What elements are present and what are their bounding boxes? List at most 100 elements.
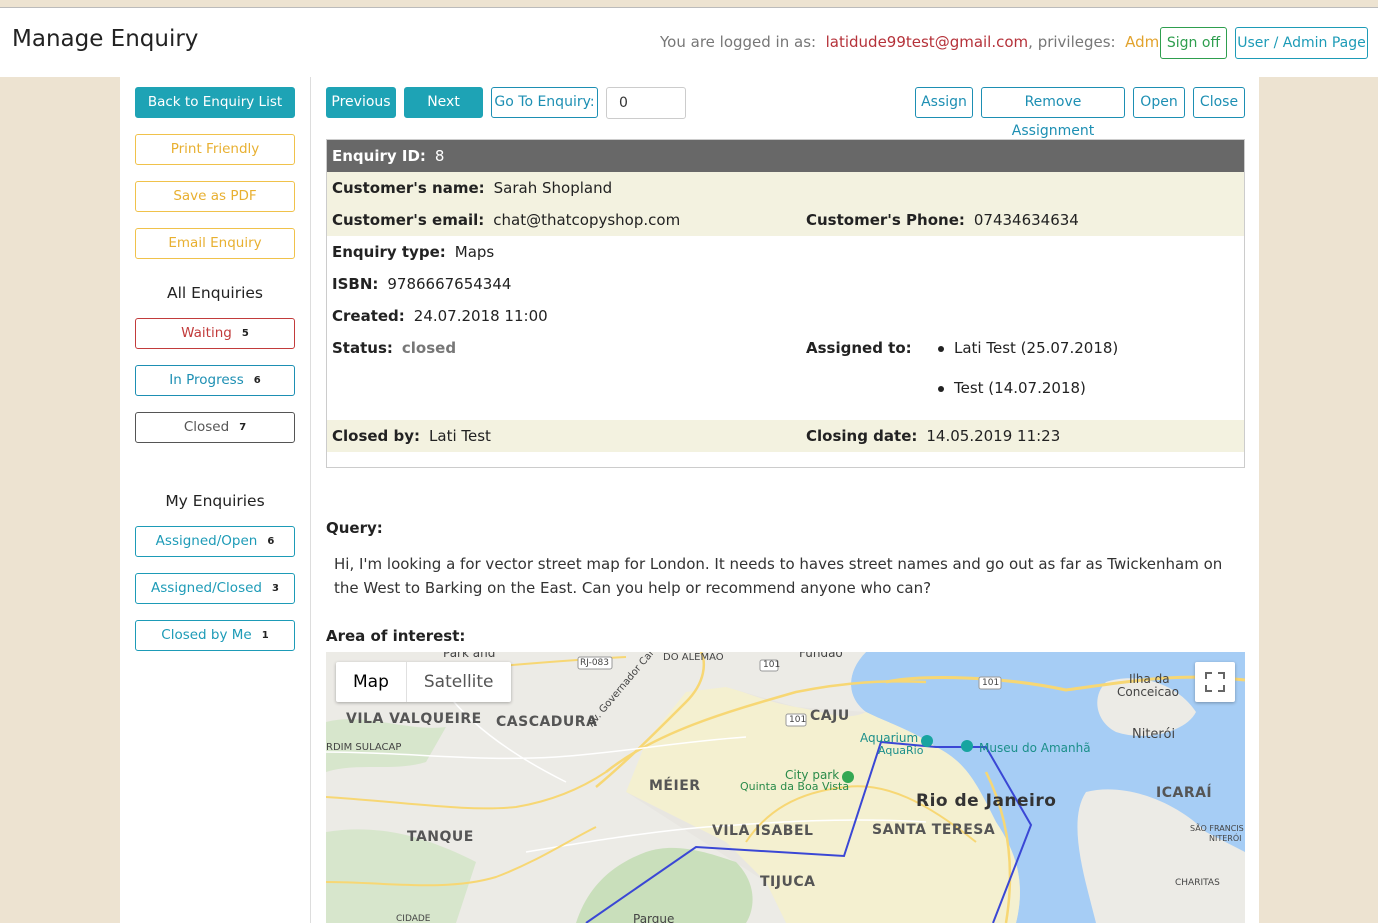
fullscreen-button[interactable]: [1195, 662, 1235, 702]
assign-button[interactable]: Assign: [915, 87, 973, 118]
created-row: Created: 24.07.2018 11:00: [327, 300, 1244, 332]
enquiry-type-label: Enquiry type:: [332, 243, 446, 261]
map-label-niteroi: Niterói: [1132, 727, 1176, 742]
remove-assignment-button[interactable]: Remove Assignment: [981, 87, 1125, 139]
satellite-tab[interactable]: Satellite: [407, 662, 511, 702]
created-value: 24.07.2018 11:00: [413, 307, 548, 325]
map-label-conceicao: Conceicao: [1117, 685, 1179, 699]
goto-enquiry-input[interactable]: 0: [606, 87, 686, 119]
goto-enquiry-button[interactable]: Go To Enquiry:: [491, 87, 598, 118]
map-label-santa-teresa: SANTA TERESA: [872, 822, 996, 838]
open-button[interactable]: Open: [1133, 87, 1185, 118]
status-label: Status:: [332, 339, 393, 357]
assigned-to-label: Assigned to:: [806, 339, 912, 357]
closed-label: Closed: [183, 419, 230, 435]
customer-email-label: Customer's email:: [332, 211, 485, 229]
closed-by-value: Lati Test: [429, 427, 491, 445]
map-label-ilha: Ilha da: [1129, 672, 1170, 686]
map-label-route-101-b: 101: [982, 678, 1000, 688]
closed-count: 7: [239, 422, 247, 433]
assigned-closed-button[interactable]: Assigned/Closed 3: [135, 573, 295, 604]
assigned-open-button[interactable]: Assigned/Open 6: [135, 526, 295, 557]
area-label: Area of interest:: [326, 627, 466, 645]
assigned-list: Lati Test (25.07.2018) Test (14.07.2018): [938, 336, 1118, 416]
query-text: Hi, I'm looking a for vector street map …: [334, 555, 1223, 597]
map-label-icarai: ICARAÍ: [1156, 785, 1213, 801]
enquiry-type-value: Maps: [454, 243, 495, 261]
map-label-rdim: RDIM SULACAP: [326, 742, 402, 753]
save-pdf-button[interactable]: Save as PDF: [135, 181, 295, 212]
page-header: Manage Enquiry You are logged in as: lat…: [0, 8, 1378, 77]
user-email: latidude99test@gmail.com: [825, 33, 1029, 51]
area-map[interactable]: Map Satellite Park and DO ALEMAO Fundão …: [326, 652, 1245, 923]
waiting-button[interactable]: Waiting 5: [135, 318, 295, 349]
map-label-rj083: RJ-083: [580, 658, 610, 668]
assigned-open-count: 6: [267, 536, 275, 547]
map-label-route-101-a: 101: [763, 660, 781, 670]
enquiry-type-row: Enquiry type: Maps: [327, 236, 1244, 268]
back-to-list-button[interactable]: Back to Enquiry List: [135, 87, 295, 118]
waiting-label: Waiting: [181, 325, 232, 341]
map-label-route-101-c: 101: [789, 715, 807, 725]
map-label-cidade: CIDADE: [396, 914, 431, 923]
map-label-caju: CAJU: [810, 708, 850, 724]
assigned-item: Test (14.07.2018): [938, 376, 1118, 416]
logged-in-prefix: You are logged in as:: [660, 33, 817, 51]
assigned-open-label: Assigned/Open: [155, 533, 258, 549]
closing-date-label: Closing date:: [806, 427, 918, 445]
assigned-closed-label: Assigned/Closed: [151, 580, 262, 596]
closed-by-row: Closed by: Lati Test Closing date: 14.05.2…: [327, 420, 1244, 452]
print-friendly-button[interactable]: Print Friendly: [135, 134, 295, 165]
fullscreen-icon: [1205, 672, 1225, 692]
admin-page-button[interactable]: User / Admin Page: [1235, 27, 1368, 59]
map-type-toggle: Map Satellite: [336, 662, 511, 702]
closed-by-label: Closed by:: [332, 427, 421, 445]
next-button[interactable]: Next: [404, 87, 483, 118]
map-label-fundao: Fundão: [799, 652, 843, 660]
close-button[interactable]: Close: [1193, 87, 1245, 118]
map-label-sao-francisco: SÃO FRANCIS: [1190, 824, 1244, 833]
map-label-aquarium: Aquarium: [860, 731, 919, 745]
assigned-closed-count: 3: [271, 583, 279, 594]
in-progress-button[interactable]: In Progress 6: [135, 365, 295, 396]
isbn-row: ISBN: 9786667654344: [327, 268, 1244, 300]
my-enquiries-heading: My Enquiries: [165, 492, 265, 510]
closed-by-me-label: Closed by Me: [161, 627, 252, 643]
customer-phone-value: 07434634634: [973, 211, 1079, 229]
login-info: You are logged in as: latidude99test@gma…: [660, 33, 1173, 51]
closed-by-me-button[interactable]: Closed by Me 1: [135, 620, 295, 651]
customer-email-value: chat@thatcopyshop.com: [493, 211, 681, 229]
isbn-value: 9786667654344: [387, 275, 512, 293]
map-label-cascadura: CASCADURA: [496, 714, 598, 730]
closed-by-me-count: 1: [261, 630, 269, 641]
privileges-prefix: , privileges:: [1028, 33, 1116, 51]
assigned-item: Lati Test (25.07.2018): [938, 336, 1118, 376]
page-title: Manage Enquiry: [12, 26, 199, 52]
previous-button[interactable]: Previous: [326, 87, 396, 118]
map-label-tanque: TANQUE: [407, 829, 474, 845]
map-label-charitas: CHARITAS: [1175, 878, 1220, 888]
closed-button[interactable]: Closed 7: [135, 412, 295, 443]
email-enquiry-button[interactable]: Email Enquiry: [135, 228, 295, 259]
closing-date-value: 14.05.2019 11:23: [926, 427, 1061, 445]
customer-name-label: Customer's name:: [332, 179, 485, 197]
all-enquiries-heading: All Enquiries: [166, 284, 264, 302]
map-label-do-alemao: DO ALEMAO: [663, 652, 724, 663]
map-label-parque: Parque: [633, 912, 675, 923]
enquiry-id-label: Enquiry ID:: [332, 147, 426, 165]
map-label-aquario: AquaRio: [878, 744, 924, 757]
map-label-rio: Rio de Janeiro: [916, 791, 1057, 811]
query-label: Query:: [326, 519, 383, 537]
sign-off-button[interactable]: Sign off: [1160, 27, 1227, 59]
customer-contact-row: Customer's email: chat@thatcopyshop.com C…: [327, 204, 1244, 236]
in-progress-count: 6: [253, 375, 261, 386]
created-label: Created:: [332, 307, 405, 325]
map-label-vila-valqueire: VILA VALQUEIRE: [346, 711, 482, 727]
map-label-park: Park and: [443, 652, 496, 660]
map-label-meier: MÉIER: [649, 778, 701, 794]
map-tab[interactable]: Map: [336, 662, 407, 702]
map-label-vila-isabel: VILA ISABEL: [712, 823, 814, 839]
sidebar-divider: [310, 77, 311, 923]
customer-name-row: Customer's name: Sarah Shopland: [327, 172, 1244, 204]
in-progress-label: In Progress: [169, 372, 244, 388]
